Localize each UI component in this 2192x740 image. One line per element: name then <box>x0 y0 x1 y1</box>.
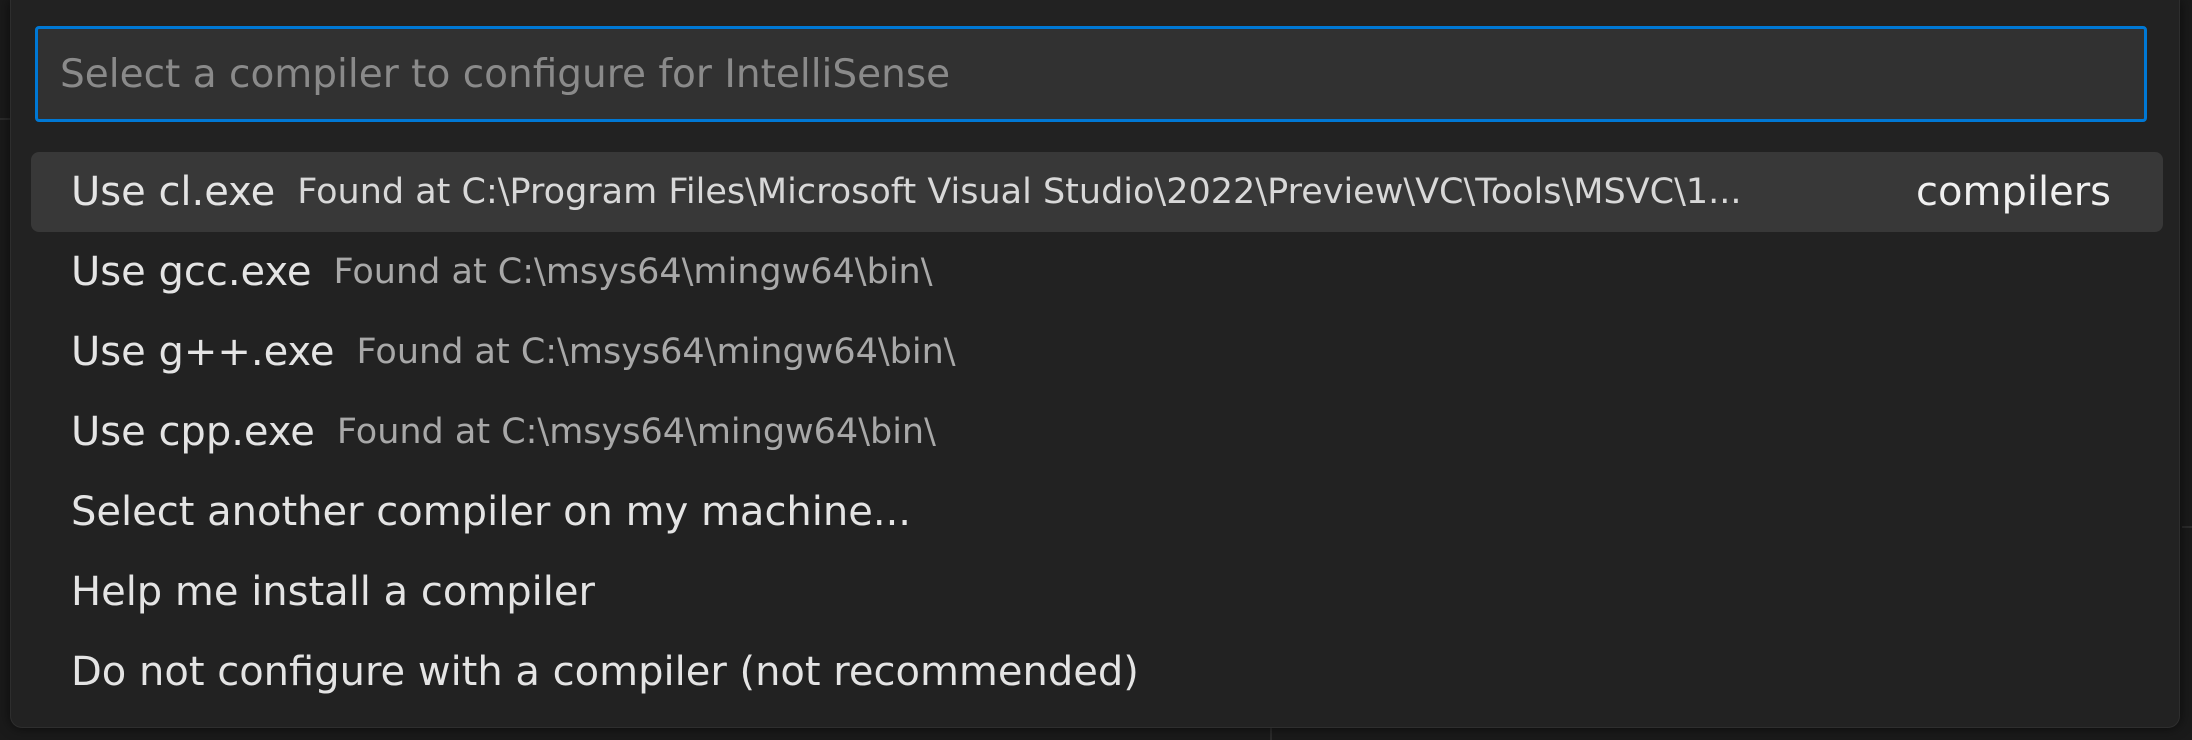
item-description: Found at C:\msys64\mingw64\bin\ <box>336 412 936 452</box>
item-description: Found at C:\msys64\mingw64\bin\ <box>333 252 933 292</box>
quick-pick-panel: Use cl.exe Found at C:\Program Files\Mic… <box>10 0 2180 728</box>
list-item-help-install-compiler[interactable]: Help me install a compiler <box>31 552 2163 632</box>
item-label: Use cl.exe <box>71 169 276 215</box>
list-item-use-gpp[interactable]: Use g++.exe Found at C:\msys64\mingw64\b… <box>31 312 2163 392</box>
item-description: Found at C:\msys64\mingw64\bin\ <box>356 332 956 372</box>
search-box[interactable] <box>35 26 2147 122</box>
list-item-select-another-compiler[interactable]: Select another compiler on my machine... <box>31 472 2163 552</box>
list-item-use-cl[interactable]: Use cl.exe Found at C:\Program Files\Mic… <box>31 152 2163 232</box>
item-label: Select another compiler on my machine... <box>71 489 911 535</box>
compiler-list: Use cl.exe Found at C:\Program Files\Mic… <box>31 152 2163 712</box>
search-input[interactable] <box>60 29 2144 119</box>
item-label: Use g++.exe <box>71 329 335 375</box>
item-label: Help me install a compiler <box>71 569 595 615</box>
backdrop-panel-edge <box>1270 726 1272 740</box>
item-group-tag: compilers <box>1916 169 2111 215</box>
backdrop-divider-left <box>0 118 10 120</box>
item-label: Do not configure with a compiler (not re… <box>71 649 1139 695</box>
list-item-use-gcc[interactable]: Use gcc.exe Found at C:\msys64\mingw64\b… <box>31 232 2163 312</box>
list-item-do-not-configure[interactable]: Do not configure with a compiler (not re… <box>31 632 2163 712</box>
item-label: Use cpp.exe <box>71 409 315 455</box>
backdrop-divider-right <box>2182 526 2192 528</box>
item-description: Found at C:\Program Files\Microsoft Visu… <box>297 172 1742 212</box>
item-label: Use gcc.exe <box>71 249 312 295</box>
list-item-use-cpp[interactable]: Use cpp.exe Found at C:\msys64\mingw64\b… <box>31 392 2163 472</box>
